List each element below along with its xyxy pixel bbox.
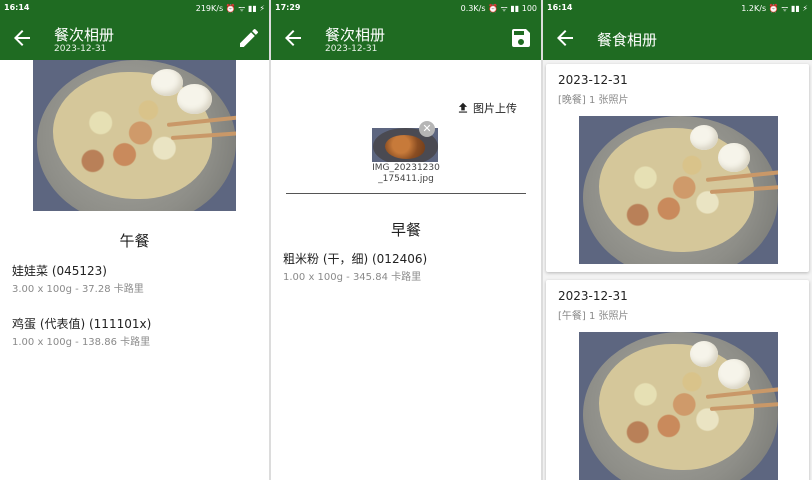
food-item-detail: 3.00 x 100g - 37.28 卡路里: [12, 284, 144, 295]
card-info: [晚餐] 1 张照片: [558, 95, 629, 106]
upload-icon: [458, 102, 468, 113]
status-time: 16:14: [547, 3, 573, 12]
food-item-name: 粗米粉 (干，细) (012406): [283, 252, 428, 266]
status-time: 17:29: [275, 3, 301, 12]
card-date: 2023-12-31: [558, 73, 628, 87]
meal-photo[interactable]: [579, 332, 778, 480]
card-date: 2023-12-31: [558, 289, 628, 303]
food-item-detail: 1.00 x 100g - 138.86 卡路里: [12, 337, 151, 348]
meal-album-edit-screen-breakfast: 17:29 0.3K/s ⏰ ᯤ ▮▮ 100 餐次相册 2023-12-31 …: [271, 0, 541, 480]
page-subtitle-date: 2023-12-31: [325, 44, 378, 54]
close-icon[interactable]: ✕: [419, 121, 435, 137]
arrow-back-icon[interactable]: [10, 26, 34, 50]
arrow-back-icon[interactable]: [553, 26, 577, 50]
status-time: 16:14: [4, 3, 30, 12]
page-title: 餐次相册: [54, 26, 115, 44]
page-title: 餐次相册: [325, 26, 386, 44]
status-bar: 17:29 0.3K/s ⏰ ᯤ ▮▮ 100: [271, 0, 541, 16]
meal-type-label: 午餐: [119, 232, 150, 250]
pencil-icon[interactable]: [237, 26, 261, 50]
meal-photo[interactable]: [33, 60, 236, 211]
meal-photo[interactable]: [579, 116, 778, 264]
meal-type-label: 早餐: [390, 221, 421, 239]
status-bar: 16:14 219K/s ⏰ ᯤ ▮▮ ⚡: [0, 0, 269, 16]
page-title: 餐食相册: [597, 31, 658, 49]
page-subtitle-date: 2023-12-31: [54, 44, 107, 54]
meal-card[interactable]: 2023-12-31 [晚餐] 1 张照片: [546, 64, 809, 272]
image-upload-button[interactable]: 图片上传: [456, 100, 517, 116]
app-bar: 餐次相册 2023-12-31: [271, 16, 541, 60]
status-indicators: 0.3K/s ⏰ ᯤ ▮▮ 100: [460, 4, 537, 13]
meal-card[interactable]: 2023-12-31 [午餐] 1 张照片: [546, 280, 809, 480]
arrow-back-icon[interactable]: [281, 26, 305, 50]
food-item-detail: 1.00 x 100g - 345.84 卡路里: [283, 272, 422, 283]
app-bar: 餐食相册: [543, 16, 812, 60]
meal-gallery-screen: 16:14 1.2K/s ⏰ ᯤ ▮▮ ⚡ 餐食相册 2023-12-31 [晚…: [543, 0, 812, 480]
divider-line: [286, 193, 526, 194]
upload-label: 图片上传: [473, 102, 517, 115]
image-file-name: IMG_20231230_175411.jpg: [372, 163, 440, 184]
food-item-name: 鸡蛋 (代表值) (111101x): [12, 317, 152, 331]
app-bar: 餐次相册 2023-12-31: [0, 16, 269, 60]
status-indicators: 219K/s ⏰ ᯤ ▮▮ ⚡: [195, 4, 265, 13]
status-bar: 16:14 1.2K/s ⏰ ᯤ ▮▮ ⚡: [543, 0, 812, 16]
food-item-name: 娃娃菜 (045123): [12, 264, 107, 278]
meal-album-screen-lunch: 16:14 219K/s ⏰ ᯤ ▮▮ ⚡ 餐次相册 2023-12-31 午餐…: [0, 0, 269, 480]
card-info: [午餐] 1 张照片: [558, 311, 629, 322]
status-indicators: 1.2K/s ⏰ ᯤ ▮▮ ⚡: [741, 4, 808, 13]
floppy-disk-icon[interactable]: [509, 26, 533, 50]
